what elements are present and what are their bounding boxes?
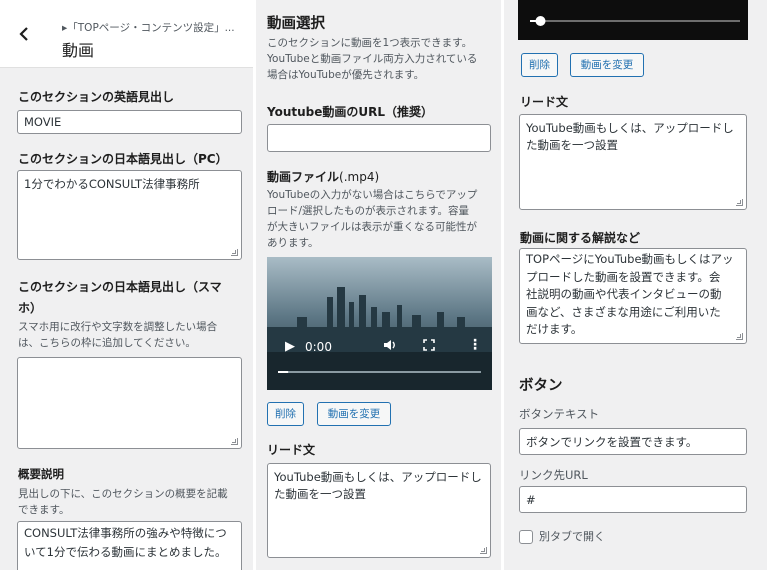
link-url-label: リンク先URL: [519, 468, 588, 482]
en-heading-input[interactable]: MOVIE: [17, 110, 242, 134]
video-file-label-suffix: (.mp4): [339, 170, 380, 184]
video-file-label-text: 動画ファイル: [267, 170, 340, 184]
youtube-url-label: Youtube動画のURL（推奨）: [267, 105, 434, 119]
volume-icon[interactable]: [383, 339, 397, 354]
lead-text-label: リード文: [267, 443, 316, 457]
summary-value-line1: CONSULT法律事務所の強みや特徴につ: [24, 526, 227, 540]
summary-value-line2: いて1分で伝わる動画にまとめました。: [24, 545, 227, 559]
summary-desc: 見出しの下に、このセクションの概要を記載 できます。: [18, 486, 250, 518]
breadcrumb[interactable]: ▸「TOPページ・コンテンツ設定」...: [62, 20, 235, 35]
ja-heading-sp-desc: スマホ用に改行や文字数を調整したい場合 は、こちらの枠に追加してください。: [18, 319, 250, 351]
video-file-desc-line3: が大きいファイルは表示が重くなる可能性が: [267, 221, 477, 233]
video-select-heading: 動画選択: [267, 16, 325, 32]
change-video-button[interactable]: 動画を変更: [317, 402, 391, 426]
summary-textarea[interactable]: CONSULT法律事務所の強みや特徴につ いて1分で伝わる動画にまとめました。: [17, 521, 242, 570]
video-file-desc-line1: YouTubeの入力がない場合はこちらでアップ: [267, 189, 478, 201]
section-header: ▸「TOPページ・コンテンツ設定」... 動画: [0, 0, 253, 68]
button-text-input[interactable]: ボタンでリンクを設置できます。: [519, 428, 747, 455]
lead-text-line1: YouTube動画もしくは、アップロードし: [274, 470, 482, 484]
video-select-panel: 動画選択 このセクションに動画を1つ表示できます。 YouTubeと動画ファイル…: [256, 0, 501, 570]
video-file-label: 動画ファイル(.mp4): [267, 168, 379, 185]
resize-handle-icon[interactable]: [480, 547, 487, 554]
video-select-desc: このセクションに動画を1つ表示できます。 YouTubeと動画ファイル両方入力さ…: [267, 35, 497, 83]
section-title: 動画: [62, 41, 95, 60]
resize-handle-icon[interactable]: [736, 333, 743, 340]
resize-handle-icon[interactable]: [736, 199, 743, 206]
ja-heading-sp-desc-line1: スマホ用に改行や文字数を調整したい場合: [18, 321, 218, 333]
ja-heading-pc-textarea[interactable]: 1分でわかるCONSULT法律事務所: [17, 170, 242, 260]
lead-text-line2: た動画を一つ設置: [526, 138, 618, 152]
fullscreen-icon[interactable]: [423, 339, 435, 354]
ja-heading-pc-value: 1分でわかるCONSULT法律事務所: [24, 177, 200, 191]
video-explain-line2: プロードした動画を設置できます。会: [526, 269, 721, 284]
video-time: 0:00: [305, 340, 332, 354]
video-explain-line1: TOPページにYouTube動画もしくはアッ: [526, 252, 734, 266]
video-explain-line3: 社説明の動画や代表インタビューの動: [526, 287, 722, 301]
resize-handle-icon[interactable]: [231, 249, 238, 256]
delete-video-button[interactable]: 削除: [267, 402, 304, 426]
change-video-button[interactable]: 動画を変更: [570, 53, 644, 77]
button-section-heading: ボタン: [519, 378, 563, 394]
chevron-left-icon: [19, 27, 28, 41]
ja-heading-sp-textarea[interactable]: [17, 357, 242, 449]
lead-text-label: リード文: [520, 95, 569, 109]
lead-text-textarea[interactable]: YouTube動画もしくは、アップロードし た動画を一つ設置: [267, 463, 491, 558]
video-preview[interactable]: ▶ 0:00 ⋮: [267, 257, 492, 390]
back-button[interactable]: [19, 27, 29, 45]
lead-text-line2: た動画を一つ設置: [274, 487, 366, 501]
ja-heading-sp-label: このセクションの日本語見出し（スマ: [18, 278, 222, 295]
video-select-desc-line1: このセクションに動画を1つ表示できます。: [267, 37, 473, 49]
en-heading-label: このセクションの英語見出し: [18, 90, 175, 104]
lead-text-textarea[interactable]: YouTube動画もしくは、アップロードし た動画を一つ設置: [519, 114, 747, 210]
ja-heading-sp-label-line1: このセクションの日本語見出し（スマ: [18, 280, 222, 294]
summary-desc-line2: できます。: [18, 504, 70, 516]
youtube-url-input[interactable]: [267, 124, 491, 152]
video-select-desc-line2: YouTubeと動画ファイル両方入力されている: [267, 53, 478, 65]
button-text-label: ボタンテキスト: [519, 407, 600, 421]
delete-video-button[interactable]: 削除: [521, 53, 558, 77]
more-options-icon[interactable]: ⋮: [468, 337, 482, 353]
city-skyline-thumbnail: [267, 257, 492, 390]
resize-handle-icon[interactable]: [231, 438, 238, 445]
ja-heading-sp-desc-line2: は、こちらの枠に追加してください。: [18, 337, 196, 349]
video-file-desc-line4: あります。: [267, 237, 319, 249]
ja-heading-pc-label: このセクションの日本語見出し（PC）: [18, 152, 228, 166]
video-explain-textarea[interactable]: TOPページにYouTube動画もしくはアッ プロードした動画を設置できます。会…: [519, 248, 747, 344]
video-details-panel: 削除 動画を変更 リード文 YouTube動画もしくは、アップロードし た動画を…: [504, 0, 767, 570]
video-preview-bottom[interactable]: [518, 0, 748, 40]
link-url-input[interactable]: #: [519, 486, 747, 513]
video-explain-line5: だけます。: [526, 322, 583, 336]
ja-heading-sp-label-cont: ホ）: [18, 301, 43, 315]
video-progress-bar: [530, 16, 740, 26]
play-icon[interactable]: ▶: [285, 339, 295, 354]
customizer-section-panel: ▸「TOPページ・コンテンツ設定」... 動画 このセクションの英語見出し MO…: [0, 0, 253, 570]
summary-label: 概要説明: [18, 467, 64, 481]
video-explain-line4: 画など、さまざまな用途にご利用いた: [526, 304, 721, 319]
video-file-desc: YouTubeの入力がない場合はこちらでアップ ロード/選択したものが表示されま…: [267, 187, 499, 251]
summary-desc-line1: 見出しの下に、このセクションの概要を記載: [18, 488, 228, 500]
video-explain-label: 動画に関する解説など: [520, 231, 641, 245]
video-select-desc-line3: 場合はYouTubeが優先されます。: [267, 69, 425, 81]
new-tab-label[interactable]: 別タブで開く: [539, 529, 605, 545]
video-file-desc-line2: ロード/選択したものが表示されます。容量: [267, 205, 469, 217]
new-tab-checkbox[interactable]: [519, 530, 533, 544]
lead-text-line1: YouTube動画もしくは、アップロードし: [526, 121, 734, 135]
